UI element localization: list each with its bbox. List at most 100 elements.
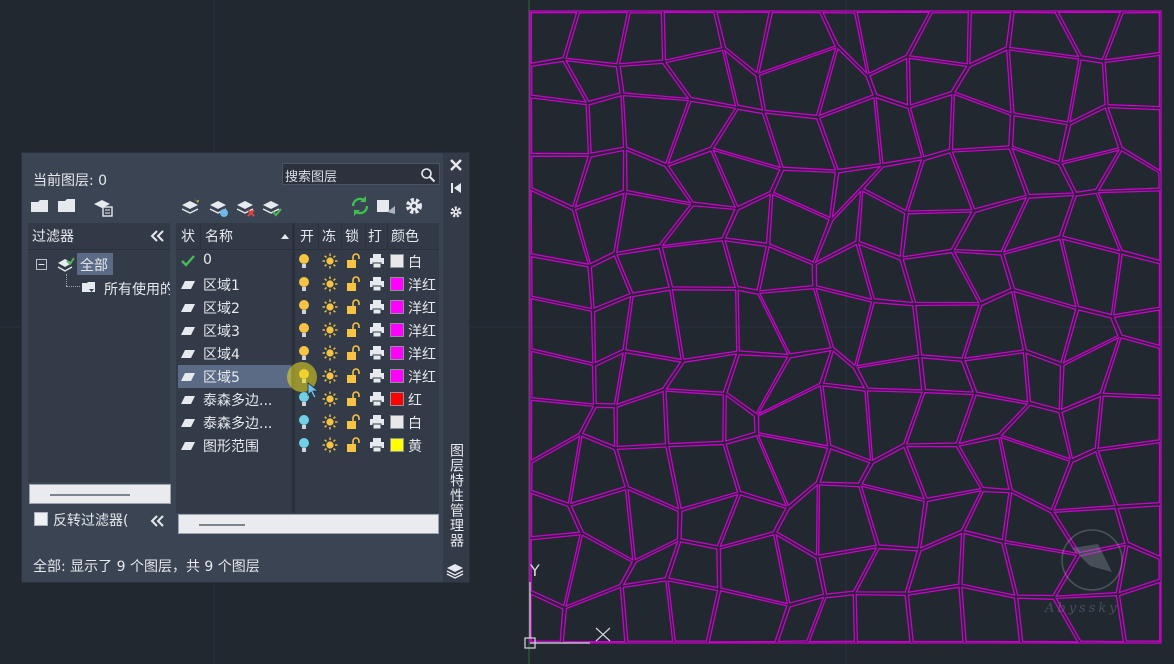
unlocked-icon[interactable] <box>346 345 360 361</box>
light-on-icon[interactable] <box>297 276 311 292</box>
color-swatch[interactable] <box>390 346 404 360</box>
new-group-filter-icon[interactable] <box>57 196 77 216</box>
search-icon[interactable] <box>420 167 436 183</box>
invert-filter-checkbox[interactable] <box>34 512 48 526</box>
layer-name[interactable]: 区域1 <box>203 275 240 295</box>
unlocked-icon[interactable] <box>346 391 360 407</box>
color-name[interactable]: 黄 <box>408 436 422 456</box>
layer-name[interactable]: 区域5 <box>203 367 240 387</box>
set-current-icon[interactable] <box>261 196 283 218</box>
layer-name[interactable]: 泰森多边... <box>203 390 272 410</box>
unlocked-icon[interactable] <box>346 437 360 453</box>
layer-row[interactable]: 区域4 洋红 <box>176 342 439 365</box>
search-box[interactable]: 搜索图层 <box>282 163 440 185</box>
delete-layer-icon[interactable] <box>235 196 257 218</box>
thawed-sun-icon[interactable] <box>322 437 338 453</box>
color-name[interactable]: 洋红 <box>408 367 436 387</box>
layer-name[interactable]: 图形范围 <box>203 436 259 456</box>
color-name[interactable]: 白 <box>408 252 422 272</box>
layer-name[interactable]: 泰森多边... <box>203 413 272 433</box>
new-property-filter-icon[interactable] <box>29 196 51 216</box>
search-input[interactable]: 搜索图层 <box>285 166 337 185</box>
layer-row[interactable]: 0白 <box>176 250 439 273</box>
tree-collapse-icon[interactable] <box>36 259 47 270</box>
layer-status-icon <box>181 350 195 358</box>
close-icon[interactable] <box>449 158 463 172</box>
thawed-sun-icon[interactable] <box>322 368 338 384</box>
plot-printer-icon[interactable] <box>369 345 385 361</box>
new-layer-vp-frozen-icon[interactable] <box>208 196 230 218</box>
col-status[interactable]: 状 <box>181 226 195 246</box>
thawed-sun-icon[interactable] <box>322 299 338 315</box>
col-freeze[interactable]: 冻 <box>322 226 336 246</box>
thawed-sun-icon[interactable] <box>322 391 338 407</box>
color-swatch[interactable] <box>390 392 404 406</box>
unlocked-icon[interactable] <box>346 299 360 315</box>
unlocked-icon[interactable] <box>346 414 360 430</box>
color-name[interactable]: 洋红 <box>408 344 436 364</box>
layer-translate-icon[interactable] <box>375 196 397 218</box>
layer-row[interactable]: 区域3 洋红 <box>176 319 439 342</box>
plot-printer-icon[interactable] <box>369 253 385 269</box>
layer-row[interactable]: 区域1 洋红 <box>176 273 439 296</box>
color-swatch[interactable] <box>390 254 404 268</box>
color-swatch[interactable] <box>390 438 404 452</box>
list-horizontal-scrollbar[interactable] <box>178 514 439 534</box>
layer-name[interactable]: 0 <box>203 252 212 268</box>
tree-item-used[interactable]: 所有使用的 <box>104 279 170 299</box>
layer-row[interactable]: 区域2 洋红 <box>176 296 439 319</box>
col-color[interactable]: 颜色 <box>391 226 419 246</box>
col-name[interactable]: 名称 <box>205 226 233 246</box>
layer-name[interactable]: 区域4 <box>203 344 240 364</box>
settings-gear-icon[interactable] <box>403 195 425 217</box>
light-on-icon[interactable] <box>297 345 311 361</box>
collapse-left-icon[interactable] <box>150 229 166 243</box>
color-swatch[interactable] <box>390 323 404 337</box>
light-off-icon[interactable] <box>297 414 311 430</box>
plot-printer-icon[interactable] <box>369 322 385 338</box>
filter-horizontal-scrollbar[interactable] <box>29 484 171 504</box>
plot-printer-icon[interactable] <box>369 437 385 453</box>
autohide-icon[interactable] <box>450 182 462 194</box>
color-name[interactable]: 洋红 <box>408 275 436 295</box>
thawed-sun-icon[interactable] <box>322 253 338 269</box>
color-swatch[interactable] <box>390 277 404 291</box>
thawed-sun-icon[interactable] <box>322 414 338 430</box>
unlocked-icon[interactable] <box>346 253 360 269</box>
color-name[interactable]: 洋红 <box>408 321 436 341</box>
layer-name[interactable]: 区域2 <box>203 298 240 318</box>
plot-printer-icon[interactable] <box>369 299 385 315</box>
light-on-icon[interactable] <box>297 322 311 338</box>
thawed-sun-icon[interactable] <box>322 322 338 338</box>
light-on-icon[interactable] <box>297 253 311 269</box>
color-swatch[interactable] <box>390 300 404 314</box>
unlocked-icon[interactable] <box>346 368 360 384</box>
color-name[interactable]: 白 <box>408 413 422 433</box>
layer-name[interactable]: 区域3 <box>203 321 240 341</box>
color-swatch[interactable] <box>390 369 404 383</box>
col-lock[interactable]: 锁 <box>345 226 359 246</box>
thawed-sun-icon[interactable] <box>322 345 338 361</box>
layer-states-manager-icon[interactable] <box>92 196 114 218</box>
plot-printer-icon[interactable] <box>369 391 385 407</box>
properties-gear-icon[interactable] <box>449 205 463 219</box>
color-name[interactable]: 红 <box>408 390 422 410</box>
plot-printer-icon[interactable] <box>369 276 385 292</box>
tree-item-all[interactable]: 全部 <box>80 255 108 275</box>
collapse-filter-icon[interactable] <box>150 514 166 528</box>
plot-printer-icon[interactable] <box>369 414 385 430</box>
color-name[interactable]: 洋红 <box>408 298 436 318</box>
light-on-icon[interactable] <box>297 299 311 315</box>
plot-printer-icon[interactable] <box>369 368 385 384</box>
layer-row[interactable]: 图形范围 黄 <box>176 434 439 457</box>
color-swatch[interactable] <box>390 415 404 429</box>
thawed-sun-icon[interactable] <box>322 276 338 292</box>
col-on[interactable]: 开 <box>300 226 314 246</box>
light-off-icon[interactable] <box>297 437 311 453</box>
unlocked-icon[interactable] <box>346 276 360 292</box>
col-plot[interactable]: 打 <box>368 226 382 246</box>
refresh-icon[interactable] <box>349 195 371 217</box>
layer-row[interactable]: 泰森多边... 白 <box>176 411 439 434</box>
new-layer-icon[interactable] <box>180 196 202 218</box>
unlocked-icon[interactable] <box>346 322 360 338</box>
